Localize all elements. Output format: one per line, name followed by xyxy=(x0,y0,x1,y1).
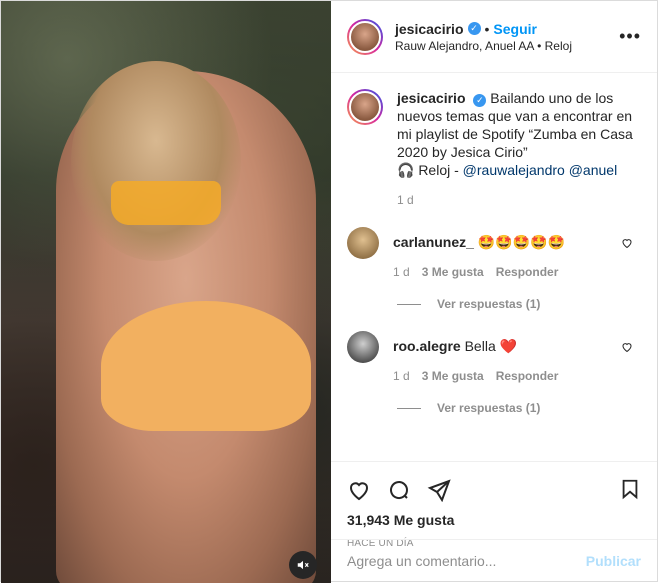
replies-line xyxy=(397,303,421,305)
verified-badge-icon: ✓ xyxy=(467,22,481,35)
comment-avatar[interactable] xyxy=(347,331,379,363)
caption-text: jesicacirio ✓ Bailando uno de los nuevos… xyxy=(397,89,641,179)
view-replies-button[interactable]: Ver respuestas (1) xyxy=(397,401,641,415)
post-header: jesicacirio ✓ • Seguir Rauw Alejandro, A… xyxy=(331,1,657,73)
comment-bubble-icon xyxy=(390,481,409,499)
reply-button[interactable]: Responder xyxy=(496,367,559,385)
caption-avatar[interactable] xyxy=(347,89,383,125)
sunglasses xyxy=(111,181,221,225)
mention-rauwalejandro[interactable]: @rauwalejandro xyxy=(463,162,565,178)
mute-button[interactable] xyxy=(289,551,317,579)
more-options-icon[interactable]: ••• xyxy=(619,26,641,47)
author-username[interactable]: jesicacirio xyxy=(395,21,464,37)
caption-time[interactable]: 1 d xyxy=(397,193,641,207)
view-replies-button[interactable]: Ver respuestas (1) xyxy=(397,297,641,311)
post-sidebar: jesicacirio ✓ • Seguir Rauw Alejandro, A… xyxy=(331,1,657,581)
comment-text: 🤩🤩🤩🤩🤩 xyxy=(477,234,565,250)
publish-button[interactable]: Publicar xyxy=(586,553,641,569)
comment-item: carlanunez_ 🤩🤩🤩🤩🤩 1 d 3 Me gusta Respond… xyxy=(347,227,641,281)
paper-plane-icon xyxy=(427,479,451,502)
comment-username[interactable]: carlanunez_ xyxy=(393,234,474,250)
save-button[interactable] xyxy=(619,477,641,504)
comment-item: roo.alegre Bella ❤️ 1 d 3 Me gusta Respo… xyxy=(347,331,641,385)
likes-count[interactable]: 31,943 Me gusta xyxy=(347,512,641,528)
comment-text: Bella ❤️ xyxy=(464,338,518,354)
comment-username[interactable]: roo.alegre xyxy=(393,338,461,354)
comment-time[interactable]: 1 d xyxy=(393,263,410,281)
post-video[interactable] xyxy=(1,1,331,583)
comment-avatar[interactable] xyxy=(347,227,379,259)
mention-anuel[interactable]: @anuel xyxy=(569,162,617,178)
follow-button[interactable]: Seguir xyxy=(493,21,537,37)
audio-subtitle[interactable]: Rauw Alejandro, Anuel AA • Reloj xyxy=(395,39,619,53)
view-replies-label: Ver respuestas (1) xyxy=(437,297,541,311)
comment-likes[interactable]: 3 Me gusta xyxy=(422,367,484,385)
bikini-top xyxy=(101,301,311,431)
bookmark-icon xyxy=(622,479,638,499)
comments-section: jesicacirio ✓ Bailando uno de los nuevos… xyxy=(331,73,657,461)
share-button[interactable] xyxy=(427,478,467,502)
person-hair xyxy=(71,61,241,261)
like-comment-icon[interactable] xyxy=(621,237,633,252)
author-avatar[interactable] xyxy=(347,18,383,55)
comment-input[interactable] xyxy=(347,552,586,569)
separator-dot: • xyxy=(484,20,490,37)
comment-likes[interactable]: 3 Me gusta xyxy=(422,263,484,281)
comment-composer: Publicar xyxy=(331,539,657,581)
instagram-post: jesicacirio ✓ • Seguir Rauw Alejandro, A… xyxy=(0,0,658,583)
caption: jesicacirio ✓ Bailando uno de los nuevos… xyxy=(347,89,641,179)
reply-button[interactable]: Responder xyxy=(496,263,559,281)
caption-username[interactable]: jesicacirio xyxy=(397,90,466,106)
view-replies-label: Ver respuestas (1) xyxy=(437,401,541,415)
comment-button[interactable] xyxy=(387,478,427,502)
like-comment-icon[interactable] xyxy=(621,341,633,356)
like-button[interactable] xyxy=(347,478,387,502)
song-line: 🎧 Reloj - xyxy=(397,162,463,178)
verified-badge-icon: ✓ xyxy=(473,93,487,107)
heart-icon xyxy=(350,482,368,501)
comment-time[interactable]: 1 d xyxy=(393,367,410,385)
speaker-muted-icon xyxy=(297,560,309,570)
replies-line xyxy=(397,407,421,409)
